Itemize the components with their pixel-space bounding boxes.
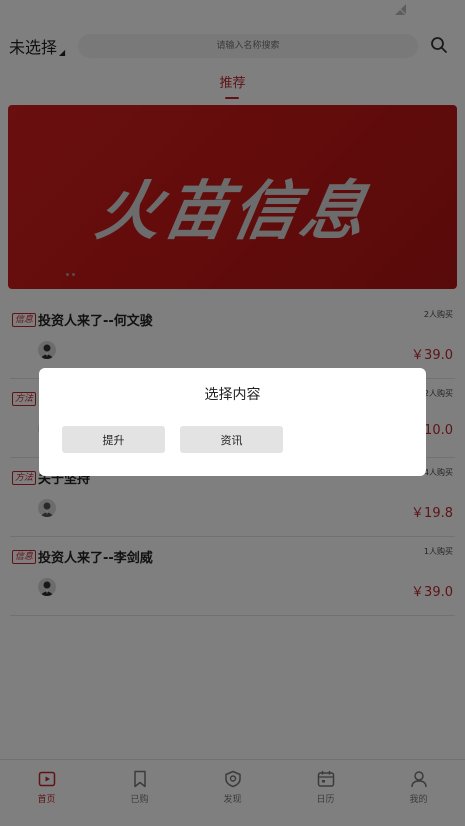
option-news-button[interactable]: 资讯 <box>180 426 283 453</box>
option-promote-button[interactable]: 提升 <box>62 426 165 453</box>
select-content-dialog: 选择内容 提升 资讯 <box>39 368 426 476</box>
dialog-title: 选择内容 <box>204 387 261 403</box>
